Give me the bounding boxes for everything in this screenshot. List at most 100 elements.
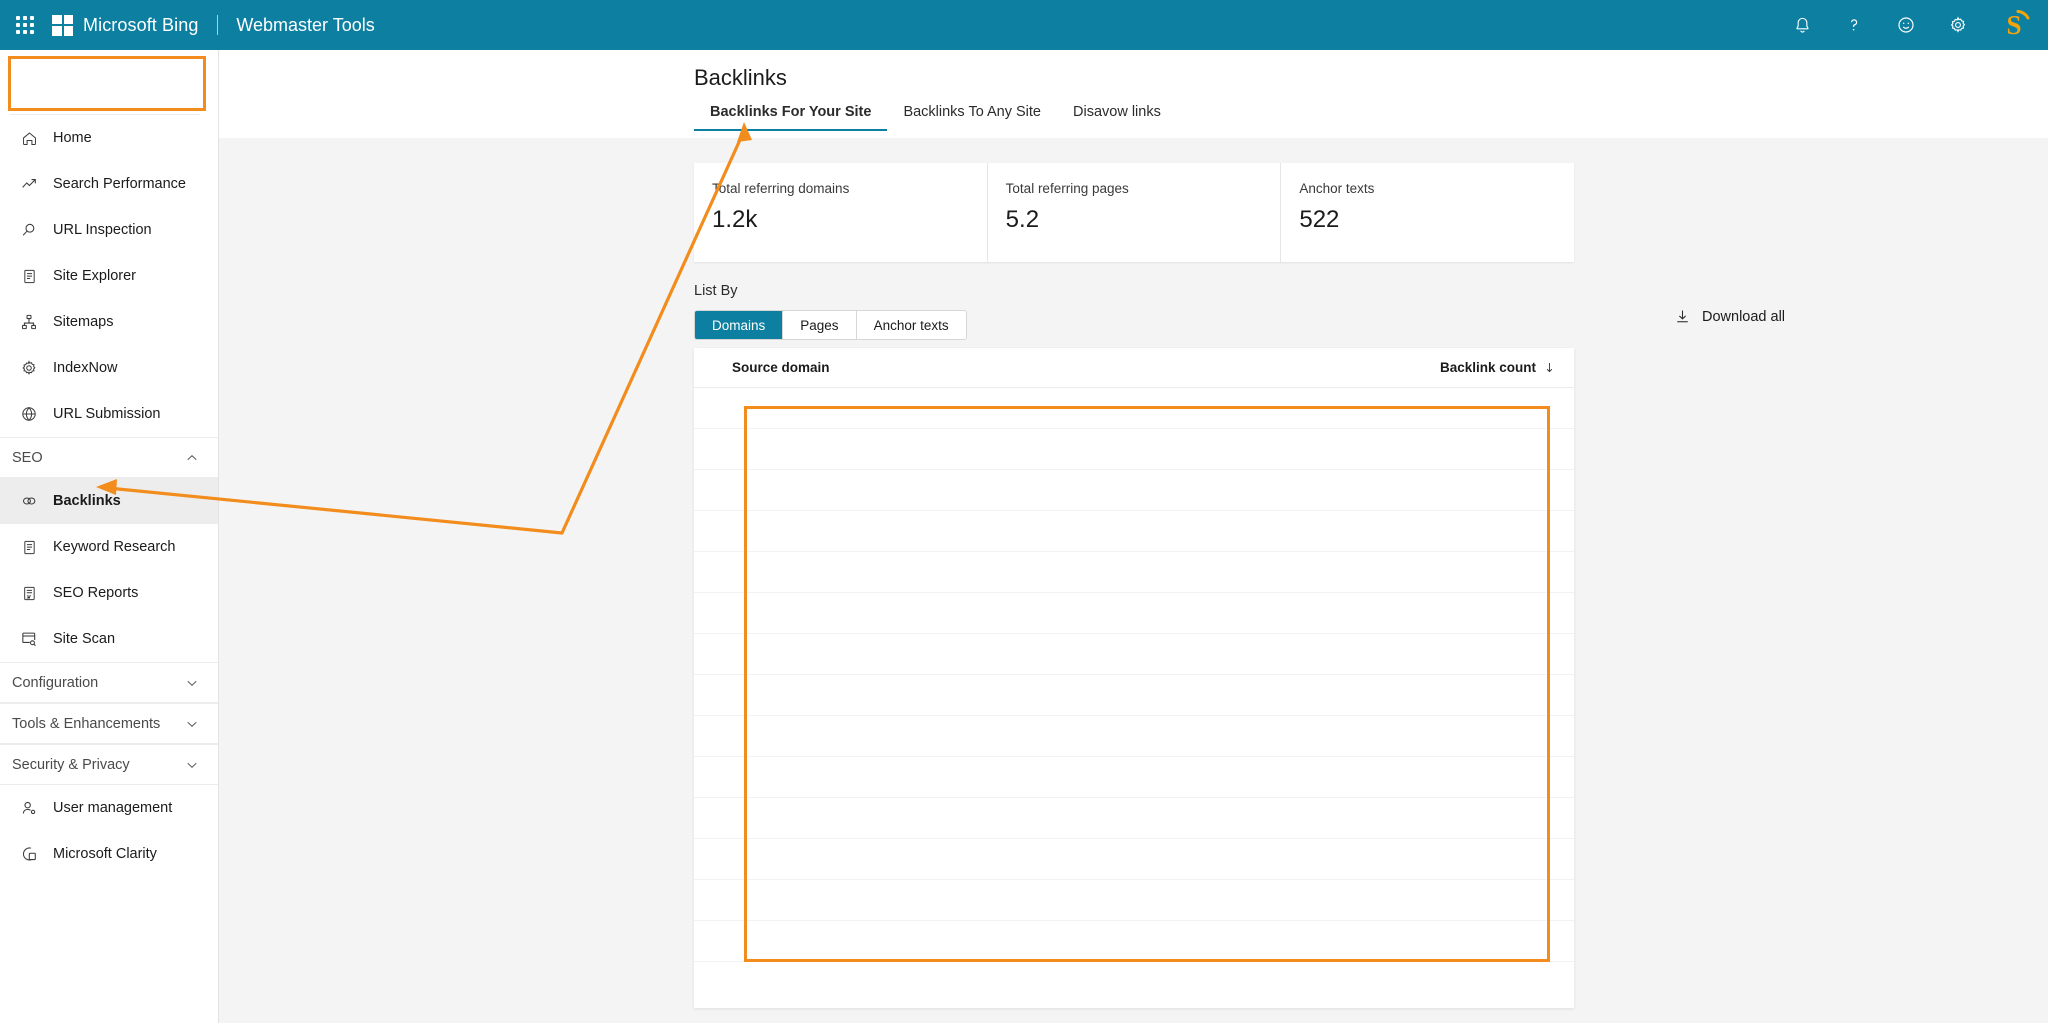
segment-pages[interactable]: Pages	[783, 311, 857, 339]
sort-descending-icon	[1543, 361, 1556, 374]
download-all-button[interactable]: Download all	[1674, 308, 1785, 325]
stat-value: 1.2k	[712, 206, 758, 233]
table-body	[694, 388, 1574, 1003]
stat-label: Anchor texts	[1299, 181, 1375, 196]
person-icon	[19, 798, 39, 818]
sidebar-item-label: Site Explorer	[53, 268, 137, 284]
sidebar-item-url-submission[interactable]: URL Submission	[0, 391, 218, 437]
sidebar-item-backlinks[interactable]: Backlinks	[0, 478, 218, 524]
segment-domains[interactable]: Domains	[695, 311, 784, 339]
avatar-ring-icon	[2016, 9, 2030, 20]
table-row[interactable]	[694, 716, 1574, 757]
segment-anchor-texts[interactable]: Anchor texts	[856, 311, 966, 339]
settings-icon[interactable]	[1946, 13, 1970, 37]
gear-icon	[19, 358, 39, 378]
trending-up-icon	[19, 174, 39, 194]
sidebar-item-seo-reports[interactable]: SEO Reports	[0, 570, 218, 616]
topbar-actions: S	[1790, 9, 2030, 41]
table-row[interactable]	[694, 757, 1574, 798]
report-icon	[19, 583, 39, 603]
sidebar-item-label: User management	[53, 800, 173, 816]
table-row[interactable]	[694, 921, 1574, 962]
home-icon	[19, 128, 39, 148]
brand-name[interactable]: Microsoft Bing Webmaster Tools	[83, 14, 375, 36]
sidebar-item-label: SEO Reports	[53, 585, 139, 601]
sidebar-group-tools-enhancements[interactable]: Tools & Enhancements	[0, 703, 218, 744]
sidebar-item-keyword-research[interactable]: Keyword Research	[0, 524, 218, 570]
scan-icon	[19, 629, 39, 649]
sidebar-group-security-privacy[interactable]: Security & Privacy	[0, 744, 218, 785]
links-icon	[19, 491, 39, 511]
table-row[interactable]	[694, 388, 1574, 429]
site-selector[interactable]	[10, 57, 200, 115]
chevron-down-icon	[184, 757, 200, 773]
app-launcher-icon[interactable]	[14, 14, 36, 36]
tab-backlinks-for-your-site[interactable]: Backlinks For Your Site	[694, 104, 888, 131]
sidebar-item-label: Search Performance	[53, 176, 186, 192]
sidebar-item-site-explorer[interactable]: Site Explorer	[0, 253, 218, 299]
sidebar-item-label: Sitemaps	[53, 314, 114, 330]
table-row[interactable]	[694, 798, 1574, 839]
table-row[interactable]	[694, 962, 1574, 1003]
table-row[interactable]	[694, 675, 1574, 716]
sidebar-item-label: Microsoft Clarity	[53, 846, 157, 862]
stat-card-anchor-texts: Anchor texts 522	[1281, 163, 1574, 262]
sidebar-item-sitemaps[interactable]: Sitemaps	[0, 299, 218, 345]
top-navigation-bar: Microsoft Bing Webmaster Tools S	[0, 0, 2048, 50]
stat-value: 5.2	[1005, 206, 1040, 233]
sidebar-item-label: Home	[53, 130, 92, 146]
sidebar-item-home[interactable]: Home	[0, 115, 218, 161]
sidebar-group-label: SEO	[12, 449, 43, 466]
help-icon[interactable]	[1842, 13, 1866, 37]
chevron-up-icon	[184, 450, 200, 466]
tab-disavow-links[interactable]: Disavow links	[1057, 104, 1177, 131]
sidebar-item-indexnow[interactable]: IndexNow	[0, 345, 218, 391]
backlinks-table: Source domain Backlink count	[694, 348, 1574, 1008]
sidebar-item-label: IndexNow	[53, 360, 118, 376]
download-icon	[1674, 308, 1691, 325]
page-title: Backlinks	[694, 65, 787, 90]
user-avatar[interactable]: S	[1998, 9, 2030, 41]
sitemap-icon	[19, 312, 39, 332]
stat-value: 522	[1299, 206, 1340, 233]
tab-backlinks-to-any-site[interactable]: Backlinks To Any Site	[887, 104, 1057, 131]
sidebar-item-user-management[interactable]: User management	[0, 785, 218, 831]
brand-label: Microsoft Bing	[83, 14, 199, 35]
chevron-down-icon	[184, 675, 200, 691]
microsoft-logo-icon	[52, 14, 73, 36]
list-by-segmented-control: Domains Pages Anchor texts	[694, 310, 967, 340]
table-row[interactable]	[694, 880, 1574, 921]
sidebar-group-label: Tools & Enhancements	[12, 715, 161, 732]
stat-label: Total referring pages	[1005, 181, 1129, 196]
magnifier-icon	[19, 220, 39, 240]
left-sidebar: Home Search Performance URL Inspection S…	[0, 50, 219, 1023]
table-row[interactable]	[694, 634, 1574, 675]
notifications-icon[interactable]	[1790, 13, 1814, 37]
column-header-backlink-count[interactable]: Backlink count	[1440, 360, 1556, 375]
table-row[interactable]	[694, 839, 1574, 880]
sidebar-group-label: Security & Privacy	[12, 756, 130, 773]
brand-divider	[216, 14, 218, 35]
sidebar-group-configuration[interactable]: Configuration	[0, 662, 218, 703]
sidebar-group-label: Configuration	[12, 674, 99, 691]
sidebar-item-search-performance[interactable]: Search Performance	[0, 161, 218, 207]
stat-card-total-referring-domains: Total referring domains 1.2k	[694, 163, 988, 262]
table-row[interactable]	[694, 593, 1574, 634]
clarity-icon	[19, 844, 39, 864]
table-row[interactable]	[694, 552, 1574, 593]
sidebar-item-site-scan[interactable]: Site Scan	[0, 616, 218, 662]
sidebar-item-microsoft-clarity[interactable]: Microsoft Clarity	[0, 831, 218, 877]
stat-label: Total referring domains	[712, 181, 850, 196]
feedback-icon[interactable]	[1894, 13, 1918, 37]
sidebar-group-seo[interactable]: SEO	[0, 437, 218, 478]
list-by-label: List By	[694, 283, 738, 299]
document-list-icon	[19, 537, 39, 557]
column-header-source-domain[interactable]: Source domain	[732, 360, 830, 375]
table-row[interactable]	[694, 470, 1574, 511]
product-label: Webmaster Tools	[236, 14, 375, 35]
main-content: Backlinks Backlinks For Your Site Backli…	[219, 50, 2048, 1023]
sidebar-item-url-inspection[interactable]: URL Inspection	[0, 207, 218, 253]
table-row[interactable]	[694, 429, 1574, 470]
table-row[interactable]	[694, 511, 1574, 552]
summary-stat-cards: Total referring domains 1.2k Total refer…	[694, 163, 1574, 262]
